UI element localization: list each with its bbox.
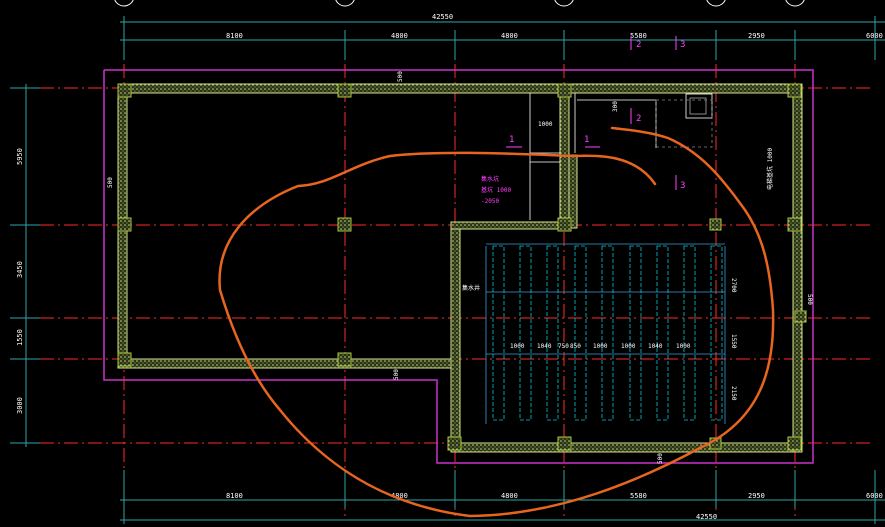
core-dim-2: 300 [612,101,619,112]
top-dimension-labels: 42550 8100 4800 4800 5580 2950 6000 [226,13,883,40]
bottom-dim-6: 6000 [866,492,883,500]
top-total-dim: 42550 [432,13,453,21]
pit-note-line-2: 基坑 1000 [481,186,511,194]
pit-dim-2: 1040 [537,343,552,350]
pit-dim-5: 1000 [593,343,608,350]
section-mark-2b: 2 [636,40,641,50]
pit-strip [546,245,559,421]
left-dim-1: 5950 [16,148,24,165]
pit-dimension-labels: 1000 1040 750 850 1000 1000 1040 1000 27… [510,278,737,401]
left-dim-3: 1550 [16,329,24,346]
top-dim-5: 2950 [748,32,765,40]
pit-strip [656,245,669,421]
core-dashed [655,99,713,148]
core-dim-1: 1000 [538,121,553,128]
wall-dim-1: 500 [397,71,404,82]
top-dim-1: 8100 [226,32,243,40]
wall-dim-4: 500 [657,453,664,464]
pit-strip [601,245,614,421]
axis-bubbles [114,0,805,7]
pit-dim-8: 1000 [676,343,691,350]
left-dim-4: 3000 [16,397,24,414]
pit-dim-6: 1000 [621,343,636,350]
section-marks: 1 1 2 2 3 3 [509,40,685,191]
wall-dim-2: 500 [107,177,114,188]
top-dim-6: 6000 [866,32,883,40]
pit-note-line-1: 集水坑 [481,175,499,183]
bottom-dim-5: 2950 [748,492,765,500]
left-dimension-chain [10,84,40,447]
bottom-dim-1: 8100 [226,492,243,500]
core-labels: 1000 300 [538,101,619,128]
pit-dim-3: 750 [558,343,569,350]
vertical-note: 电梯基坑 1000 [766,148,774,190]
pit-note: 集水坑 基坑 1000 -2050 [481,175,511,205]
pit-dim-1: 1000 [510,343,525,350]
pit-strips [492,245,723,421]
top-dim-4: 5580 [630,32,647,40]
section-mark-3a: 3 [680,181,685,191]
right-dim-2: 1550 [730,334,737,349]
right-dim-1: 2700 [730,278,737,293]
top-dim-2: 4800 [391,32,408,40]
left-dimension-labels: 5950 3450 1550 3000 [16,148,24,414]
pit-dim-4: 850 [570,343,581,350]
right-dim-3: 2150 [730,386,737,401]
equipment-label: 集水井 [462,284,480,292]
left-dim-2: 3450 [16,261,24,278]
pit-grid-box [485,243,726,424]
pit-note-line-3: -2050 [481,198,499,205]
pit-dim-7: 1040 [648,343,663,350]
pit-strip [683,245,696,421]
top-dim-3: 4800 [501,32,518,40]
section-mark-lines [506,36,677,190]
section-mark-3b: 3 [680,40,685,50]
section-mark-1a: 1 [509,135,514,145]
pit-strip [492,245,505,421]
bottom-dim-4: 5580 [630,492,647,500]
section-mark-1b: 1 [584,135,589,145]
bottom-dim-3: 4800 [501,492,518,500]
right-vertical-note: 电梯基坑 1000 [766,148,774,190]
pit-strip [574,245,587,421]
pit-strip [629,245,642,421]
wall-dim-5: 500 [806,294,813,305]
bottom-total-dim: 42550 [696,513,717,521]
section-mark-2a: 2 [636,114,641,124]
cad-drawing: 42550 8100 4800 4800 5580 2950 6000 8100… [10,0,885,524]
pit-strip [519,245,532,421]
wall-dim-3: 500 [393,369,400,380]
